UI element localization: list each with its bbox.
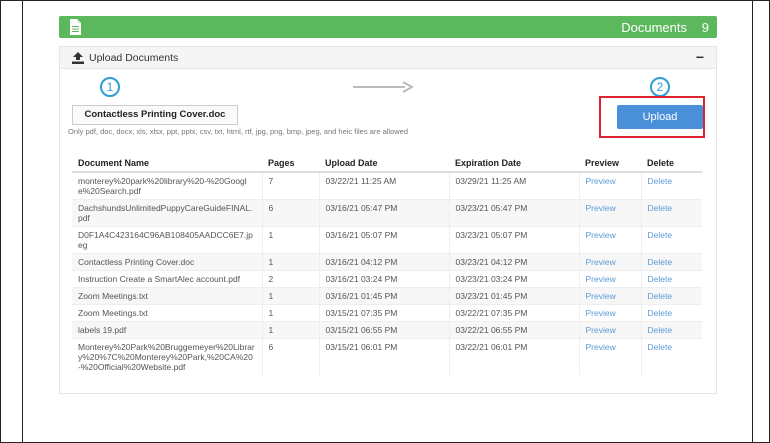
document-name: Zoom Meetings.txt <box>72 287 262 305</box>
delete-link[interactable]: Delete <box>640 199 702 227</box>
document-icon <box>70 19 81 35</box>
upload-date: 03/16/21 04:12 PM <box>318 253 449 271</box>
document-name: D0F1A4C423164C96AB108405AADCC6E7.jpeg <box>72 226 262 254</box>
upload-date: 03/16/21 05:07 PM <box>318 226 449 254</box>
upload-date: 03/16/21 03:24 PM <box>318 270 449 288</box>
header-pages: Pages <box>262 155 319 173</box>
header-preview: Preview <box>579 155 641 173</box>
page-count: 1 <box>261 304 319 322</box>
upload-date: 03/15/21 06:01 PM <box>318 338 449 375</box>
table-row: Zoom Meetings.txt 1 03/15/21 07:35 PM 03… <box>72 304 702 322</box>
upload-date: 03/15/21 06:55 PM <box>318 321 449 339</box>
delete-link[interactable]: Delete <box>640 338 702 375</box>
upload-button[interactable]: Upload <box>617 105 703 129</box>
step-2-indicator: 2 <box>650 77 670 97</box>
collapse-icon[interactable]: − <box>696 49 704 65</box>
document-name: Contactless Printing Cover.doc <box>72 253 262 271</box>
delete-link[interactable]: Delete <box>640 321 702 339</box>
table-row: D0F1A4C423164C96AB108405AADCC6E7.jpeg 1 … <box>72 226 702 254</box>
preview-link[interactable]: Preview <box>578 199 641 227</box>
delete-link[interactable]: Delete <box>640 253 702 271</box>
delete-link[interactable]: Delete <box>640 171 702 200</box>
document-name: labels 19.pdf <box>72 321 262 339</box>
preview-link[interactable]: Preview <box>578 253 641 271</box>
header-document-name: Document Name <box>72 155 262 173</box>
header-delete: Delete <box>641 155 702 173</box>
document-name: Zoom Meetings.txt <box>72 304 262 322</box>
preview-link[interactable]: Preview <box>578 304 641 322</box>
table-row: labels 19.pdf 1 03/15/21 06:55 PM 03/22/… <box>72 321 702 339</box>
page-count: 2 <box>261 270 319 288</box>
upload-date: 03/22/21 11:25 AM <box>318 171 449 200</box>
documents-table: Document Name Pages Upload Date Expirati… <box>72 155 702 375</box>
page-count: 1 <box>261 226 319 254</box>
table-row: Instruction Create a SmartAlec account.p… <box>72 270 702 288</box>
preview-link[interactable]: Preview <box>578 287 641 305</box>
arrow-right-icon <box>353 81 413 93</box>
expiration-date: 03/29/21 11:25 AM <box>448 171 579 200</box>
header-upload-date: Upload Date <box>319 155 449 173</box>
expiration-date: 03/23/21 01:45 PM <box>448 287 579 305</box>
table-row: monterey%20park%20library%20-%20Google%2… <box>72 171 702 200</box>
selected-file-chip[interactable]: Contactless Printing Cover.doc <box>72 105 238 125</box>
page-count: 6 <box>261 199 319 227</box>
delete-link[interactable]: Delete <box>640 270 702 288</box>
header-expiration-date: Expiration Date <box>449 155 579 173</box>
frame-right-rule <box>752 0 753 443</box>
banner-title: Documents <box>621 20 687 35</box>
expiration-date: 03/23/21 04:12 PM <box>448 253 579 271</box>
document-name: Monterey%20Park%20Bruggemeyer%20Library%… <box>72 338 262 375</box>
allowed-filetypes-hint: Only pdf, doc, docx, xls, xlsx, ppt, ppt… <box>68 127 409 136</box>
table-row: Monterey%20Park%20Bruggemeyer%20Library%… <box>72 338 702 375</box>
preview-link[interactable]: Preview <box>578 226 641 254</box>
expiration-date: 03/22/21 06:55 PM <box>448 321 579 339</box>
step-1-indicator: 1 <box>100 77 120 97</box>
preview-link[interactable]: Preview <box>578 338 641 375</box>
expiration-date: 03/23/21 05:47 PM <box>448 199 579 227</box>
upload-date: 03/16/21 01:45 PM <box>318 287 449 305</box>
expiration-date: 03/23/21 05:07 PM <box>448 226 579 254</box>
upload-panel-title: Upload Documents <box>89 52 179 64</box>
expiration-date: 03/22/21 06:01 PM <box>448 338 579 375</box>
preview-link[interactable]: Preview <box>578 270 641 288</box>
page-count: 7 <box>261 171 319 200</box>
table-row: Contactless Printing Cover.doc 1 03/16/2… <box>72 253 702 271</box>
documents-banner: Documents 9 <box>59 16 717 38</box>
page-count: 1 <box>261 321 319 339</box>
table-header-row: Document Name Pages Upload Date Expirati… <box>72 155 702 173</box>
delete-link[interactable]: Delete <box>640 226 702 254</box>
page-count: 6 <box>261 338 319 375</box>
document-name: DachshundsUnlimitedPuppyCareGuideFINAL.p… <box>72 199 262 227</box>
page-count: 1 <box>261 287 319 305</box>
document-count: 9 <box>701 20 709 35</box>
preview-link[interactable]: Preview <box>578 321 641 339</box>
preview-link[interactable]: Preview <box>578 171 641 200</box>
upload-date: 03/15/21 07:35 PM <box>318 304 449 322</box>
delete-link[interactable]: Delete <box>640 304 702 322</box>
expiration-date: 03/22/21 07:35 PM <box>448 304 579 322</box>
document-name: Instruction Create a SmartAlec account.p… <box>72 270 262 288</box>
table-row: Zoom Meetings.txt 1 03/16/21 01:45 PM 03… <box>72 287 702 305</box>
delete-link[interactable]: Delete <box>640 287 702 305</box>
upload-icon <box>72 52 84 64</box>
upload-date: 03/16/21 05:47 PM <box>318 199 449 227</box>
page-count: 1 <box>261 253 319 271</box>
frame-left-rule <box>22 0 23 443</box>
upload-panel: Upload Documents − 1 2 Contactless Print… <box>59 46 717 394</box>
expiration-date: 03/23/21 03:24 PM <box>448 270 579 288</box>
upload-panel-header[interactable]: Upload Documents − <box>60 47 716 69</box>
document-name: monterey%20park%20library%20-%20Google%2… <box>72 171 262 200</box>
table-row: DachshundsUnlimitedPuppyCareGuideFINAL.p… <box>72 199 702 227</box>
